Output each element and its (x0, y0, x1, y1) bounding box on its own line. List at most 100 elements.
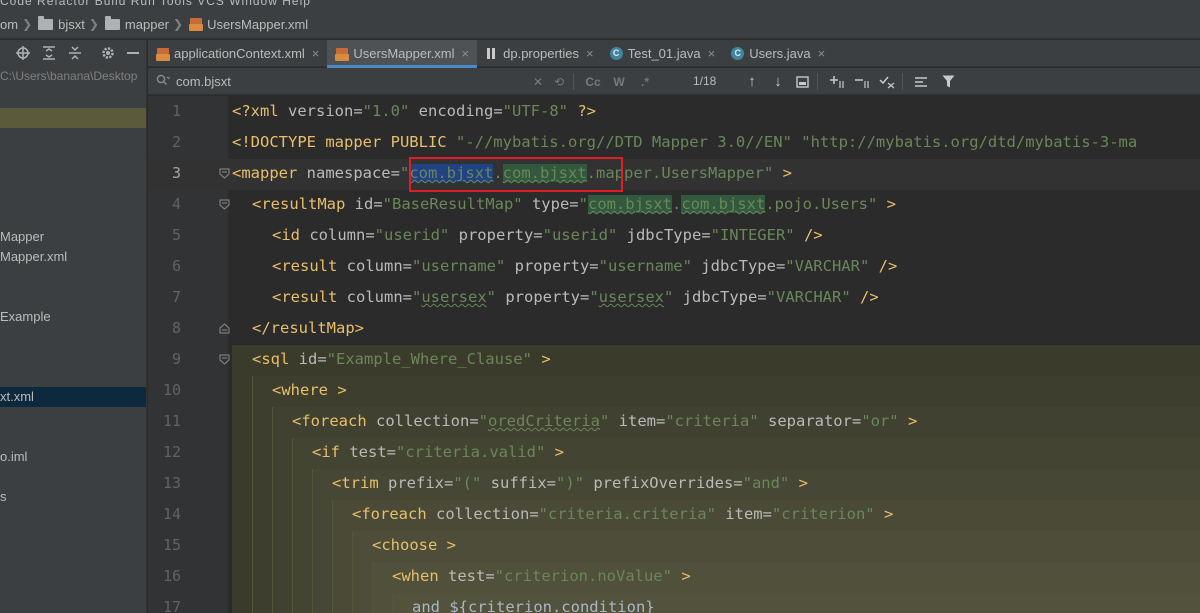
words-toggle[interactable]: W (611, 73, 627, 90)
navigation-bar: om ❯ bjsxt ❯ mapper ❯ UsersMapper.xml (0, 10, 1200, 39)
tree-item[interactable]: Mapper.xml (0, 247, 146, 267)
tab-application-context[interactable]: applicationContext.xml × (148, 40, 327, 67)
code-token: test= (349, 443, 396, 461)
code-token: > (874, 505, 894, 523)
separator (902, 73, 903, 90)
multiline-icon[interactable] (912, 73, 930, 90)
tree-item-label: s (0, 489, 7, 504)
code-token: usersex (421, 288, 487, 306)
tree-item[interactable] (0, 108, 146, 128)
search-history-icon[interactable]: ⟲ (551, 73, 567, 90)
find-query: com.bjsxt (176, 74, 231, 89)
tree-item-label: Mapper.xml (0, 249, 68, 264)
find-field[interactable]: com.bjsxt (152, 68, 231, 95)
clear-search-icon[interactable]: ✕ (531, 73, 545, 90)
locate-icon[interactable] (14, 44, 32, 62)
select-all-occurrences-icon[interactable] (794, 73, 810, 90)
close-icon[interactable]: × (818, 46, 826, 61)
breadcrumb-item[interactable]: UsersMapper.xml (189, 17, 308, 32)
line-number: 1 (171, 102, 181, 120)
code-token: <choose > (372, 536, 456, 554)
code-token: property= (449, 226, 543, 244)
add-occurrence-icon[interactable] (828, 73, 846, 90)
editor-tabs: applicationContext.xml × UsersMapper.xml… (148, 40, 1200, 68)
breadcrumb-item[interactable]: bjsxt ❯ (38, 15, 105, 32)
code-token: "VARCHAR" (766, 288, 851, 306)
fold-collapse-icon[interactable] (219, 199, 230, 210)
arrow-down-icon[interactable]: ↓ (770, 73, 786, 90)
arrow-up-icon[interactable]: ↑ (744, 73, 760, 90)
remove-occurrence-icon[interactable] (853, 73, 871, 90)
properties-file-icon (485, 47, 498, 60)
line-number-current: 3 (171, 164, 181, 182)
tree-item[interactable]: Mapper (0, 227, 146, 247)
code-token: column= (309, 226, 375, 244)
line-number: 10 (162, 381, 181, 399)
filter-icon[interactable] (939, 73, 957, 90)
close-icon[interactable]: × (462, 46, 470, 61)
xml-file-icon (189, 17, 204, 31)
close-icon[interactable]: × (586, 46, 594, 61)
code-token: property= (505, 257, 599, 275)
close-icon[interactable]: × (312, 46, 320, 61)
fold-collapse-icon[interactable] (219, 168, 230, 179)
minimize-panel-icon[interactable] (123, 44, 143, 62)
code-token: jdbcType= (691, 257, 786, 275)
tree-item[interactable]: s (0, 487, 146, 507)
breadcrumb-label: bjsxt (58, 16, 85, 32)
match-case-toggle[interactable]: Cc (584, 73, 602, 90)
tab-users-mapper[interactable]: UsersMapper.xml × (327, 40, 478, 68)
code-token: <mapper (232, 164, 307, 182)
code-token: "criterion" (771, 505, 875, 523)
code-token: > (877, 195, 896, 213)
tab-users-java[interactable]: C Users.java × (723, 40, 833, 67)
code-token: id= (298, 350, 327, 368)
exclude-occurrence-icon[interactable] (878, 73, 896, 90)
code-token: id= (354, 195, 383, 213)
tree-item[interactable]: o.iml (0, 447, 146, 467)
breadcrumb-item[interactable]: mapper ❯ (104, 15, 189, 32)
tree-item-selected[interactable]: xt.xml (0, 387, 146, 407)
code-token: column= (346, 257, 412, 275)
code-token: item= (609, 412, 666, 430)
fold-collapse-icon[interactable] (219, 354, 230, 365)
regex-toggle[interactable]: .* (637, 73, 653, 90)
find-bar: com.bjsxt ✕ ⟲ Cc W .* 1/18 ↑ ↓ (148, 68, 1200, 95)
breadcrumb-item[interactable]: om ❯ (0, 17, 38, 32)
code-token: <sql (252, 350, 299, 368)
project-path-row[interactable]: C:\Users\banana\Desktop (0, 66, 146, 86)
tab-dp-properties[interactable]: dp.properties × (477, 40, 601, 67)
code-token: <foreach (352, 505, 436, 523)
tab-label: dp.properties (503, 46, 580, 61)
expand-all-icon[interactable] (40, 44, 58, 62)
tree-item-label: Mapper (0, 229, 45, 244)
code-token: > (545, 443, 564, 461)
collapse-all-icon[interactable] (66, 44, 84, 62)
close-icon[interactable]: × (708, 46, 716, 61)
code-token: .pojo.Users" (765, 195, 878, 213)
code-token: <resultMap (252, 195, 355, 213)
code-token: /> (794, 226, 823, 244)
java-class-icon: C (731, 47, 745, 60)
code-token: <trim (332, 474, 388, 492)
code-line-17: and ${criterion.condition} (412, 598, 655, 613)
code-token: <!DOCTYPE mapper PUBLIC (232, 133, 456, 151)
tab-test-01[interactable]: C Test_01.java × (602, 40, 724, 67)
code-line-4: <resultMap id="BaseResultMap" type="com.… (252, 195, 896, 213)
code-token: collection= (376, 412, 479, 430)
project-path: C:\Users\banana\Desktop (0, 69, 138, 83)
code-token: " (399, 164, 410, 182)
project-toolbar (0, 40, 146, 66)
fold-expand-end-icon[interactable] (219, 323, 230, 334)
code-token: <when (392, 567, 448, 585)
code-token: namespace= (306, 164, 400, 182)
tree-item[interactable]: Example (0, 307, 146, 327)
breadcrumb-label: UsersMapper.xml (207, 16, 309, 32)
search-icon (156, 74, 171, 89)
menu-bar[interactable]: Code Refactor Build Run Tools VCS Window… (0, 0, 1200, 10)
code-token: usersex (598, 288, 664, 306)
code-token: ")" (555, 474, 584, 492)
gear-icon[interactable] (99, 44, 117, 62)
code-token: " (578, 195, 588, 213)
code-token: version= (288, 102, 363, 120)
